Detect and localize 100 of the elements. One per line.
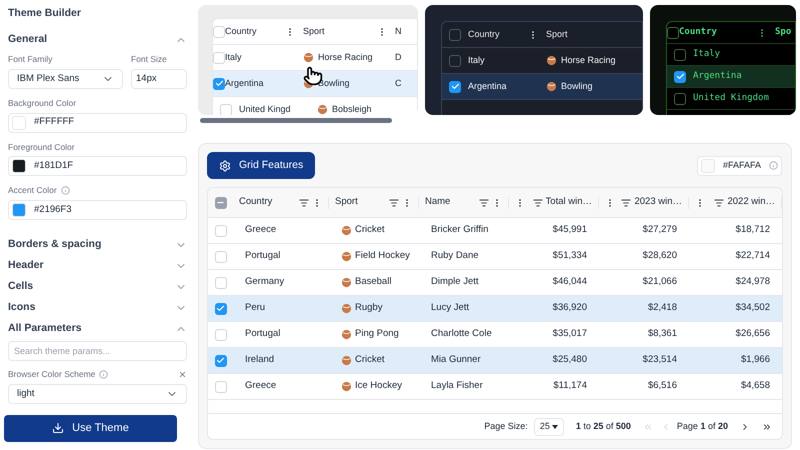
checkbox[interactable] — [449, 80, 461, 92]
checkbox[interactable] — [674, 92, 686, 104]
last-page-icon[interactable] — [762, 422, 772, 432]
page-size-select[interactable]: 25 — [534, 418, 564, 436]
table-cell: United Kingd — [239, 102, 291, 115]
filter-icon[interactable] — [714, 198, 724, 208]
table-cell: Bobsleigh — [332, 102, 372, 115]
theme-preview-card[interactable]: Country Sport Italy Horse Racing Argentina Bowling — [425, 5, 643, 115]
table-cell-text: $46,044 — [552, 275, 587, 290]
table-cell-text: Ruby Dane — [431, 249, 479, 264]
color-field[interactable]: #FFFFFF — [8, 112, 187, 132]
column-header[interactable]: Sport — [335, 195, 358, 210]
close-icon[interactable] — [178, 370, 187, 379]
checkbox[interactable] — [449, 54, 461, 66]
column-header[interactable]: Total win… — [546, 195, 592, 210]
table-cell-text: Greece — [245, 379, 276, 394]
horizontal-scrollbar[interactable] — [200, 118, 392, 123]
table-cell-text: Argentina — [225, 76, 264, 90]
color-scheme-select[interactable]: light — [8, 384, 187, 404]
table-cell-text: $24,978 — [736, 275, 770, 290]
column-header[interactable]: Spo — [775, 26, 792, 40]
sport-icon — [341, 251, 352, 262]
table-cell-text: Mia Gunner — [431, 353, 481, 368]
column-header[interactable]: Sport — [546, 28, 568, 42]
table-cell-text: Layla Fisher — [431, 379, 483, 394]
table-cell-text: $26,656 — [736, 327, 770, 342]
table-cell-text: $27,279 — [642, 223, 677, 238]
color-field[interactable]: #181D1F — [8, 156, 187, 176]
filter-icon[interactable] — [389, 198, 399, 208]
table-cell-text: D — [395, 50, 402, 64]
field-label: Accent Color — [8, 184, 57, 197]
checkbox[interactable] — [214, 354, 226, 366]
font-family-select[interactable]: IBM Plex Sans — [8, 68, 123, 89]
section-title[interactable]: All Parameters — [8, 320, 82, 336]
preview-row[interactable]: Argentina Bowling — [442, 74, 642, 100]
section-title[interactable]: Cells — [8, 278, 34, 294]
table-cell-text: Portugal — [245, 249, 280, 264]
checkbox[interactable] — [449, 28, 461, 40]
color-field[interactable]: #FAFAFA — [696, 156, 782, 176]
info-icon[interactable] — [99, 370, 108, 379]
filter-icon[interactable] — [479, 198, 489, 208]
column-header[interactable]: 2023 win… — [634, 195, 682, 210]
grid-features-button[interactable]: Grid Features — [207, 152, 316, 179]
checkbox[interactable] — [213, 78, 225, 90]
use-theme-button[interactable]: Use Theme — [4, 414, 177, 442]
table-cell-text: Rugby — [355, 301, 382, 316]
checkbox[interactable] — [674, 70, 686, 82]
filter-icon[interactable] — [532, 198, 543, 208]
grid-row[interactable]: Peru Rugby Lucy Jett $36,920 $2,418 $34,502 — [208, 296, 782, 322]
section-title[interactable]: Header — [8, 258, 44, 274]
checkbox[interactable] — [674, 48, 686, 60]
table-cell-text: $4,658 — [740, 379, 770, 394]
theme-preview-card[interactable]: Country Spo Italy Argentina United Kingdom — [650, 5, 796, 115]
table-cell-text: Argentina — [693, 70, 742, 83]
search-field[interactable]: Search theme params... — [8, 341, 187, 361]
section-title[interactable]: Borders & spacing — [8, 236, 102, 252]
table-cell-text: Lucy Jett — [431, 301, 470, 316]
table-cell-text: Charlotte Cole — [431, 327, 492, 342]
table-cell-text: Germany — [245, 275, 284, 290]
table-cell-text: $2,418 — [648, 301, 677, 316]
column-header[interactable]: Sport — [303, 24, 325, 38]
section-title[interactable]: Icons — [8, 300, 36, 316]
table-cell-text: $6,516 — [648, 379, 677, 394]
table-cell-text: Cricket — [355, 353, 385, 368]
field-label: Font Size — [131, 53, 168, 66]
sport-icon — [317, 104, 328, 115]
column-header[interactable]: Country — [225, 24, 257, 38]
color-field[interactable]: #2196F3 — [8, 200, 187, 220]
checkbox[interactable] — [214, 302, 226, 314]
font-size-field[interactable]: 14px — [131, 68, 187, 89]
preview-row[interactable]: United Kingdom — [667, 88, 795, 110]
table-cell-text: Peru — [245, 301, 266, 316]
filter-icon[interactable] — [299, 198, 309, 208]
table-cell-text: Cricket — [355, 223, 385, 238]
sport-icon — [303, 52, 314, 63]
column-header[interactable]: Name — [425, 195, 450, 210]
info-icon[interactable] — [769, 161, 778, 170]
column-header[interactable]: Country — [239, 195, 272, 210]
column-header[interactable]: Country — [679, 26, 717, 40]
column-header[interactable]: N — [395, 24, 402, 38]
info-icon[interactable] — [60, 186, 70, 196]
table-cell-text: $45,991 — [552, 223, 587, 238]
section-title[interactable]: General — [8, 32, 48, 48]
settings-icon — [219, 160, 231, 172]
table-cell-text: Ping Pong — [355, 327, 399, 342]
checkbox[interactable] — [214, 196, 226, 208]
table-cell-text: Ice Hockey — [355, 379, 402, 394]
sport-icon — [546, 81, 557, 92]
check-icon — [676, 72, 684, 81]
filter-icon[interactable] — [621, 198, 632, 208]
column-header[interactable]: 2022 win… — [727, 195, 775, 210]
sport-icon — [341, 277, 352, 288]
download-icon — [52, 422, 64, 434]
sidebar-title: Theme Builder — [8, 6, 82, 21]
preview-row[interactable]: Argentina — [667, 66, 795, 88]
grid-row[interactable]: Ireland Cricket Mia Gunner $25,480 $23,514 $1,966 — [208, 348, 782, 374]
checkbox[interactable] — [667, 26, 679, 38]
table-cell-text: $11,174 — [553, 379, 587, 394]
column-header[interactable]: Country — [468, 28, 500, 42]
table-cell-text: $36,920 — [552, 301, 587, 316]
